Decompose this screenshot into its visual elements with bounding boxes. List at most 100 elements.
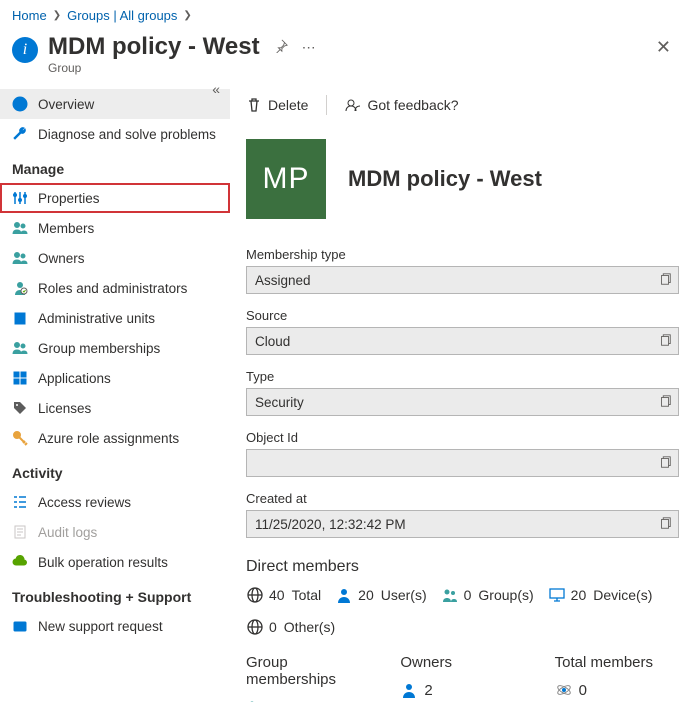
field-label: Type xyxy=(246,369,679,384)
hero-title: MDM policy - West xyxy=(348,166,542,192)
sidebar-item-access-reviews[interactable]: Access reviews xyxy=(0,487,230,517)
collapse-icon[interactable]: « xyxy=(212,81,220,97)
sidebar-item-group-memberships[interactable]: Group memberships xyxy=(0,333,230,363)
copy-icon[interactable] xyxy=(658,333,672,350)
stat-label: Other(s) xyxy=(284,619,335,635)
delete-label: Delete xyxy=(268,97,308,113)
summary-title: Owners xyxy=(400,654,524,671)
sidebar-item-owners[interactable]: Owners xyxy=(0,243,230,273)
summary-value[interactable]: 2 xyxy=(400,681,524,699)
sliders-icon xyxy=(12,190,28,206)
admin-icon xyxy=(12,280,28,296)
feedback-button[interactable]: Got feedback? xyxy=(345,97,458,113)
field-created-at: Created at 11/25/2020, 12:32:42 PM xyxy=(246,491,679,538)
pin-icon[interactable] xyxy=(274,39,288,56)
copy-icon[interactable] xyxy=(658,516,672,533)
stat-devices[interactable]: 20 Device(s) xyxy=(548,586,653,604)
value-text: 11/25/2020, 12:32:42 PM xyxy=(255,517,406,532)
sidebar-item-diagnose[interactable]: Diagnose and solve problems xyxy=(0,119,230,149)
field-label: Created at xyxy=(246,491,679,506)
stat-total[interactable]: 40Total xyxy=(246,586,321,604)
sidebar-item-label: Administrative units xyxy=(38,311,155,326)
value-text: 0 xyxy=(579,682,587,699)
summary-group-memberships: Group memberships 0 xyxy=(246,654,370,702)
stat-label: Total xyxy=(292,587,322,603)
sidebar-item-label: Members xyxy=(38,221,94,236)
breadcrumb-home[interactable]: Home xyxy=(12,8,47,23)
person-icon xyxy=(400,681,418,699)
support-icon xyxy=(12,618,28,634)
divider xyxy=(326,95,327,115)
sidebar-item-audit-logs[interactable]: Audit logs xyxy=(0,517,230,547)
close-icon[interactable]: ✕ xyxy=(656,37,671,58)
stat-label: Device(s) xyxy=(593,587,652,603)
people-icon xyxy=(441,586,459,604)
main-content: Delete Got feedback? MP MDM policy - Wes… xyxy=(230,85,687,702)
tag-icon xyxy=(12,400,28,416)
stat-others[interactable]: 0Other(s) xyxy=(246,618,335,636)
sidebar-item-label: Owners xyxy=(38,251,85,266)
field-value[interactable]: Assigned xyxy=(246,266,679,294)
copy-icon[interactable] xyxy=(658,455,672,472)
summary-value[interactable]: 0 xyxy=(555,681,679,699)
checklist-icon xyxy=(12,494,28,510)
sidebar-item-new-support[interactable]: New support request xyxy=(0,611,230,641)
sidebar-item-label: Licenses xyxy=(38,401,91,416)
sidebar-item-applications[interactable]: Applications xyxy=(0,363,230,393)
field-object-id: Object Id xyxy=(246,430,679,477)
sidebar-item-label: Group memberships xyxy=(38,341,160,356)
sidebar-item-properties[interactable]: Properties xyxy=(0,183,230,213)
sidebar-item-label: New support request xyxy=(38,619,163,634)
copy-icon[interactable] xyxy=(658,394,672,411)
monitor-icon xyxy=(548,586,566,604)
field-label: Membership type xyxy=(246,247,679,262)
sidebar-item-label: Bulk operation results xyxy=(38,555,168,570)
stat-users[interactable]: 20User(s) xyxy=(335,586,426,604)
sidebar-item-label: Roles and administrators xyxy=(38,281,187,296)
summary-title: Group memberships xyxy=(246,654,370,688)
stat-groups[interactable]: 0Group(s) xyxy=(441,586,534,604)
field-value[interactable]: Security xyxy=(246,388,679,416)
sidebar: « i Overview Diagnose and solve problems… xyxy=(0,85,230,702)
globe-icon xyxy=(246,618,264,636)
breadcrumb: Home ❯ Groups | All groups ❯ xyxy=(0,0,687,31)
field-value[interactable]: Cloud xyxy=(246,327,679,355)
key-icon xyxy=(12,430,28,446)
field-type: Type Security xyxy=(246,369,679,416)
wrench-icon xyxy=(12,126,28,142)
sidebar-section-manage: Manage xyxy=(0,149,230,183)
page-subtitle: Group xyxy=(48,61,260,75)
people-icon xyxy=(12,220,28,236)
delete-button[interactable]: Delete xyxy=(246,97,308,113)
more-icon[interactable]: ⋯ xyxy=(302,39,317,56)
people-icon xyxy=(12,250,28,266)
sidebar-item-roles[interactable]: Roles and administrators xyxy=(0,273,230,303)
sidebar-item-label: Audit logs xyxy=(38,525,97,540)
stat-number: 20 xyxy=(571,587,587,603)
sidebar-item-members[interactable]: Members xyxy=(0,213,230,243)
sidebar-item-bulk-results[interactable]: Bulk operation results xyxy=(0,547,230,577)
sidebar-item-admin-units[interactable]: Administrative units xyxy=(0,303,230,333)
sidebar-section-support: Troubleshooting + Support xyxy=(0,577,230,611)
sidebar-item-overview[interactable]: i Overview xyxy=(0,89,230,119)
breadcrumb-groups[interactable]: Groups | All groups xyxy=(67,8,177,23)
sidebar-item-label: Properties xyxy=(38,191,100,206)
sidebar-item-label: Diagnose and solve problems xyxy=(38,127,216,142)
field-value[interactable] xyxy=(246,449,679,477)
sidebar-item-azure-roles[interactable]: Azure role assignments xyxy=(0,423,230,453)
stat-number: 0 xyxy=(464,587,472,603)
person-icon xyxy=(335,586,353,604)
copy-icon[interactable] xyxy=(658,272,672,289)
info-icon: i xyxy=(12,37,38,63)
summary-row: Group memberships 0 Owners 2 Total membe… xyxy=(246,654,679,702)
direct-members-title: Direct members xyxy=(246,558,679,576)
direct-members-row: 40Total 20User(s) 0Group(s) 20Device(s) … xyxy=(246,586,679,636)
globe-icon xyxy=(246,586,264,604)
chevron-right-icon: ❯ xyxy=(53,10,61,21)
chevron-right-icon: ❯ xyxy=(183,10,191,21)
sidebar-item-licenses[interactable]: Licenses xyxy=(0,393,230,423)
field-value[interactable]: 11/25/2020, 12:32:42 PM xyxy=(246,510,679,538)
orbit-icon xyxy=(555,681,573,699)
building-icon xyxy=(12,310,28,326)
summary-owners: Owners 2 xyxy=(400,654,524,702)
